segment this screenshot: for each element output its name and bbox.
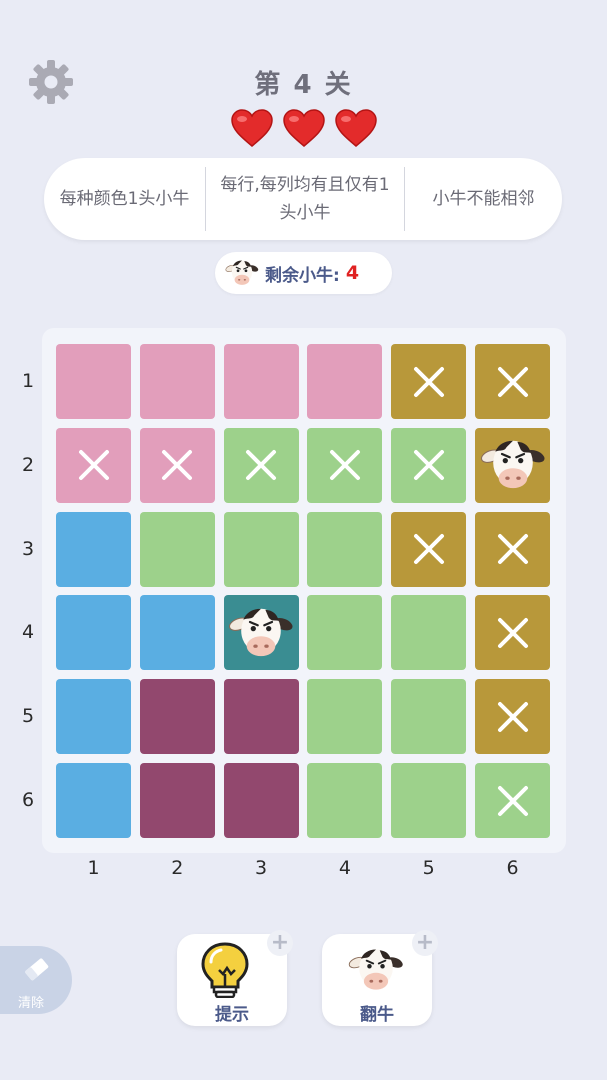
board-cell-r1-c6[interactable]	[475, 344, 550, 419]
row-label: 2	[21, 453, 35, 476]
level-title: 第 4 关	[254, 70, 353, 100]
clear-label: 清除	[18, 996, 45, 1011]
board-cell-r1-c4[interactable]	[307, 344, 383, 419]
board-cell-r4-c2[interactable]	[139, 595, 215, 671]
add-hint-button[interactable]: +	[267, 930, 293, 956]
board-cell-r3-c4[interactable]	[307, 511, 383, 587]
board-cell-r3-c1[interactable]	[56, 511, 131, 587]
rule-one-per-color: 每种颜色1头小牛	[59, 189, 190, 209]
x-mark-icon	[412, 532, 446, 566]
cow-icon	[225, 256, 259, 290]
heart-icon	[230, 108, 274, 148]
flip-cow-label: 翻牛	[360, 1005, 394, 1025]
board-cell-r3-c5[interactable]	[391, 511, 467, 587]
board-cell-r6-c6[interactable]	[475, 763, 550, 838]
x-mark-icon	[496, 700, 530, 734]
x-mark-icon	[412, 448, 446, 482]
row-label: 4	[21, 621, 35, 644]
board-cell-r5-c6[interactable]	[475, 679, 550, 755]
board-cell-r4-c5[interactable]	[391, 595, 467, 671]
board-cell-r2-c5[interactable]	[391, 427, 467, 503]
board-cell-r1-c3[interactable]	[223, 344, 299, 419]
board-cell-r2-c3[interactable]	[223, 427, 299, 503]
board-cell-r2-c1[interactable]	[56, 427, 131, 503]
board-cell-r6-c3[interactable]	[223, 763, 299, 838]
puzzle-board	[42, 328, 566, 853]
x-mark-icon	[244, 448, 278, 482]
column-label: 2	[171, 857, 184, 879]
board-cell-r4-c4[interactable]	[307, 595, 383, 671]
board-cell-r2-c2[interactable]	[139, 427, 215, 503]
cow-icon	[348, 942, 404, 998]
lightbulb-icon	[201, 942, 249, 998]
rule-one-per-row-col: 每行,每列均有且仅有1头小牛	[220, 175, 390, 223]
board-cell-r4-c6[interactable]	[475, 595, 550, 671]
eraser-icon	[25, 958, 49, 981]
hint-label: 提示	[215, 1005, 249, 1025]
remaining-label: 剩余小牛:	[265, 265, 340, 286]
x-mark-icon	[496, 532, 530, 566]
row-label: 6	[21, 789, 35, 811]
board-cell-r4-c1[interactable]	[56, 595, 131, 671]
column-label: 3	[255, 857, 268, 879]
rule-not-adjacent: 小牛不能相邻	[432, 189, 535, 209]
board-cell-r2-c6[interactable]	[475, 427, 550, 503]
board-cell-r1-c2[interactable]	[139, 344, 215, 419]
row-label: 3	[21, 537, 35, 560]
remaining-count: 4	[345, 262, 360, 284]
board-cell-r1-c1[interactable]	[56, 344, 131, 419]
remaining-cows-badge: 剩余小牛: 4	[215, 252, 392, 294]
board-cell-r3-c6[interactable]	[475, 511, 550, 587]
board-cell-r2-c4[interactable]	[307, 427, 383, 503]
x-mark-icon	[496, 616, 530, 650]
cow-icon	[480, 432, 546, 498]
row-label: 5	[21, 705, 35, 728]
x-mark-icon	[496, 365, 530, 399]
x-mark-icon	[496, 784, 530, 818]
board-cell-r5-c4[interactable]	[307, 679, 383, 755]
board-cell-r5-c1[interactable]	[56, 679, 131, 755]
board-cell-r5-c5[interactable]	[391, 679, 467, 755]
add-flip-button[interactable]: +	[412, 930, 438, 956]
board-cell-r3-c2[interactable]	[139, 511, 215, 587]
board-cell-r6-c5[interactable]	[391, 763, 467, 838]
board-cell-r4-c3[interactable]	[223, 595, 299, 671]
board-cell-r5-c3[interactable]	[223, 679, 299, 755]
column-label: 1	[87, 857, 100, 879]
board-cell-r6-c4[interactable]	[307, 763, 383, 838]
board-cell-r1-c5[interactable]	[391, 344, 467, 419]
flip-cow-button[interactable]: 翻牛 +	[322, 930, 438, 1026]
x-mark-icon	[328, 448, 362, 482]
board-cell-r6-c1[interactable]	[56, 763, 131, 838]
x-mark-icon	[77, 448, 111, 482]
heart-icon	[334, 108, 378, 148]
x-mark-icon	[412, 365, 446, 399]
board-cell-r5-c2[interactable]	[139, 679, 215, 755]
cow-icon	[228, 600, 294, 666]
column-label: 4	[338, 857, 351, 879]
column-label: 6	[506, 857, 519, 879]
board-cell-r3-c3[interactable]	[223, 511, 299, 587]
lives-hearts	[0, 108, 607, 148]
x-mark-icon	[160, 448, 194, 482]
heart-icon	[282, 108, 326, 148]
hint-button[interactable]: 提示 +	[177, 930, 293, 1026]
board-cell-r6-c2[interactable]	[139, 763, 215, 838]
row-label: 1	[21, 370, 35, 392]
column-label: 5	[422, 857, 435, 879]
rules-banner: 每种颜色1头小牛 每行,每列均有且仅有1头小牛 小牛不能相邻	[44, 158, 562, 240]
